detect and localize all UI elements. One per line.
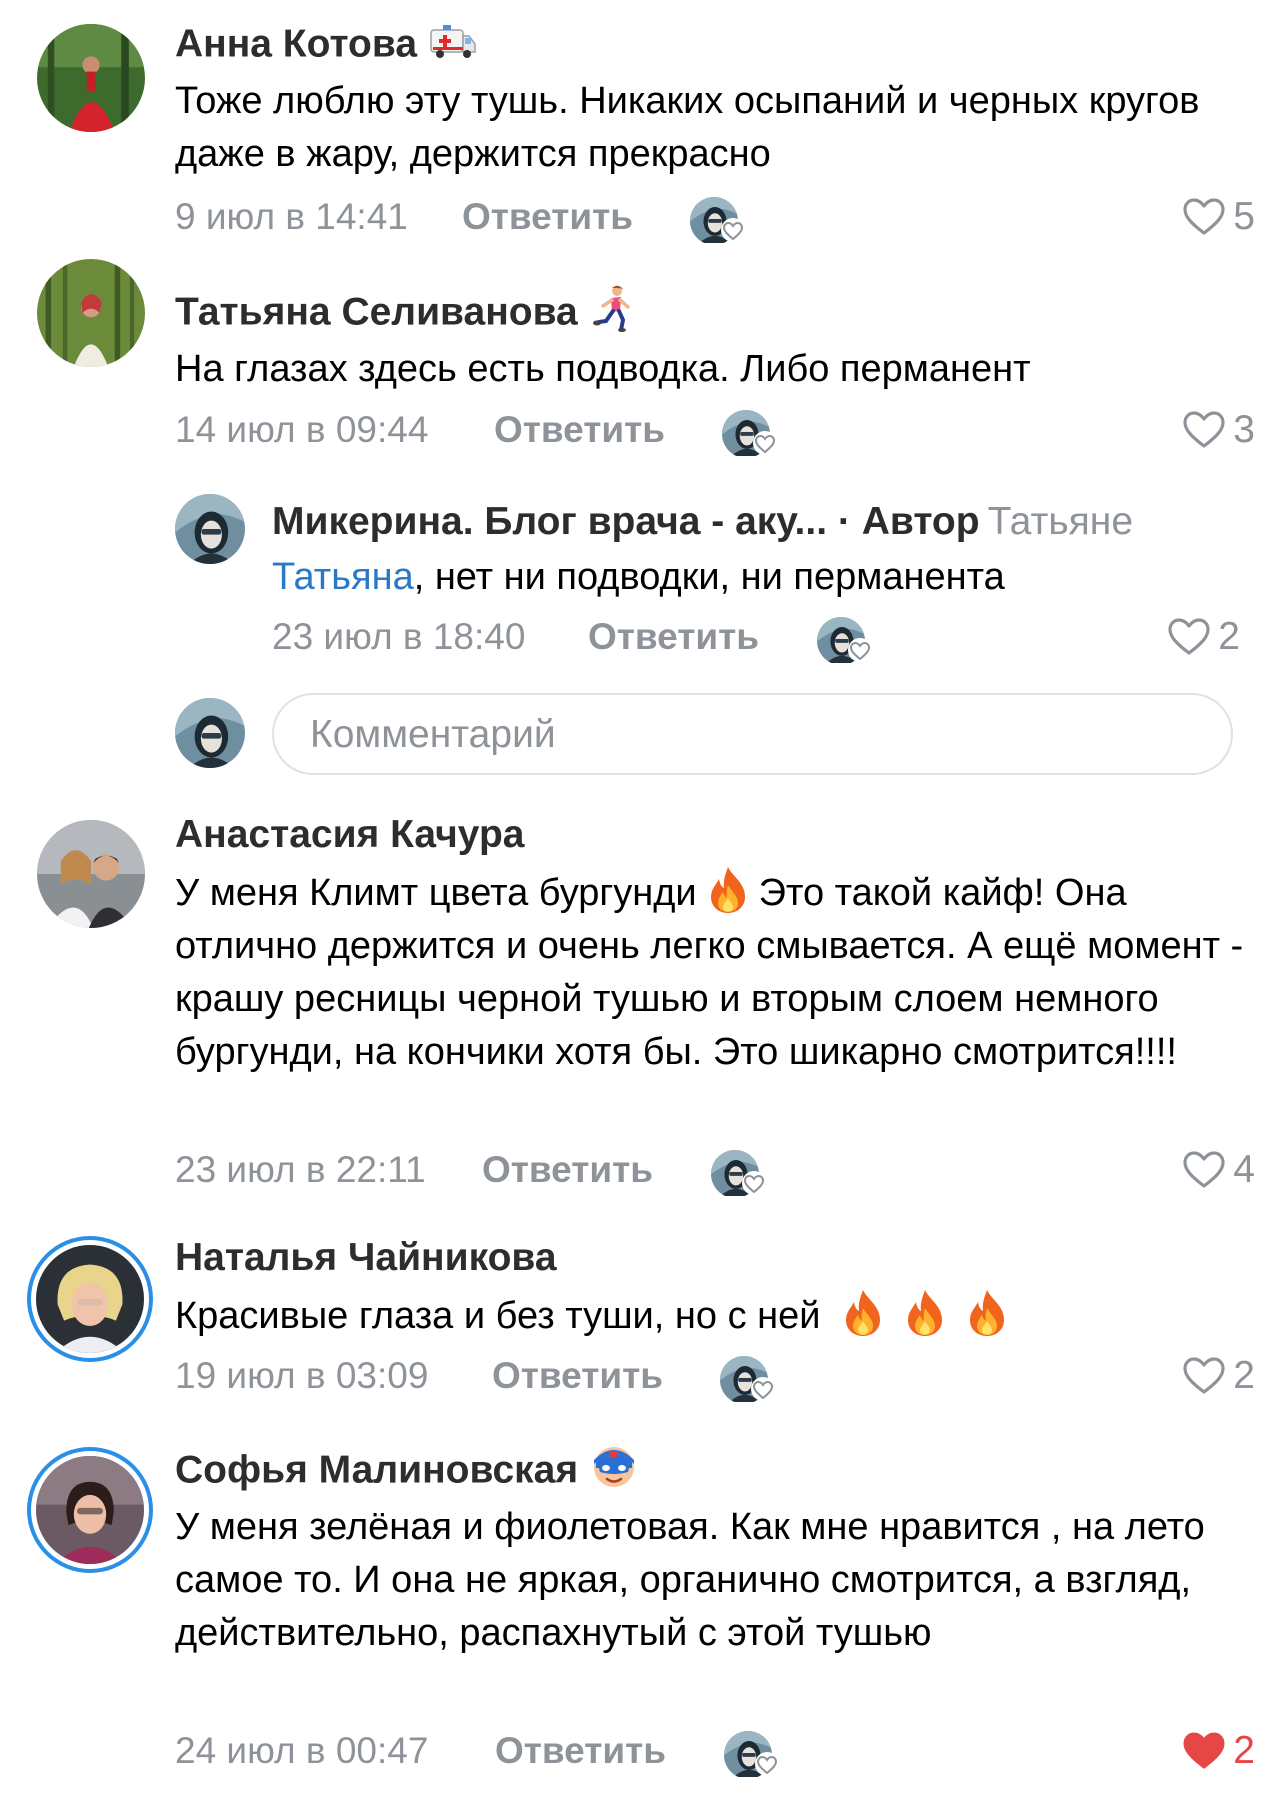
fire-emoji [964,1288,1010,1338]
reply-author[interactable]: Микерина. Блог врача - аку... · Автор Тат… [272,502,1133,541]
heart-outline-icon [1183,198,1225,236]
heart-filled-icon [1183,1732,1225,1770]
heart-outline-icon [1183,411,1225,449]
comment-input-box[interactable] [272,693,1233,775]
author-liked-avatar-icon [711,1146,767,1198]
runner-emoji [590,284,638,332]
comment-date: 9 июл в 14:41 [175,196,408,237]
fire-emoji [902,1288,948,1338]
like-button[interactable]: 2 [1183,1346,1255,1406]
like-button[interactable]: 4 [1183,1140,1255,1200]
author-liked-avatar-icon [720,1352,776,1404]
ambulance-emoji [429,16,477,64]
comment-date: 14 июл в 09:44 [175,409,429,450]
heart-outline-icon [1168,618,1210,656]
comment-text: На глазах здесь есть подводка. Либо перм… [175,348,1031,390]
reply-meta: 23 июл в 18:40 Ответить 2 [272,607,1240,667]
reply-button[interactable]: Ответить [462,187,633,247]
reply-button[interactable]: Ответить [588,607,759,667]
comment-author[interactable]: Наталья Чайникова [175,1238,557,1277]
comment-author[interactable]: Анастасия Качура [175,815,524,854]
like-button[interactable]: 5 [1183,187,1255,247]
avatar[interactable] [36,1245,144,1353]
comment-meta: 23 июл в 22:11 Ответить 4 [175,1140,1255,1200]
heart-outline-icon [1183,1151,1225,1189]
comment-text: У меня Климт цвета бургунди Это такой кай… [175,865,1255,1079]
like-count: 2 [1233,1354,1255,1397]
comment-meta: 19 июл в 03:09 Ответить 2 [175,1346,1255,1406]
avatar[interactable] [37,820,145,928]
avatar[interactable] [37,259,145,367]
reply-button[interactable]: Ответить [492,1346,663,1406]
like-count: 3 [1233,408,1255,451]
like-count: 4 [1233,1148,1255,1191]
superhero-emoji [590,1442,638,1490]
author-liked-avatar-icon [817,613,873,665]
reply-text: Татьяна, нет ни подводки, ни перманента [272,556,1005,598]
mention-link[interactable]: Татьяна [272,556,414,598]
avatar[interactable] [36,1456,144,1564]
current-user-avatar [175,698,245,768]
reply-button[interactable]: Ответить [495,1721,666,1781]
reply-date: 23 июл в 18:40 [272,616,526,657]
comment-text: У меня зелёная и фиолетовая. Как мне нра… [175,1506,1205,1654]
comment-date: 23 июл в 22:11 [175,1149,426,1190]
reply-to: Татьяне [987,500,1134,543]
author-liked-avatar-icon [690,193,746,245]
comment-author[interactable]: Софья Малиновская [175,1447,638,1496]
like-button[interactable]: 2 [1183,1721,1255,1781]
comment-date: 19 июл в 03:09 [175,1355,429,1396]
comment-meta: 14 июл в 09:44 Ответить 3 [175,400,1255,460]
fire-emoji [840,1288,886,1338]
like-count: 2 [1218,615,1240,658]
comment-author[interactable]: Анна Котова [175,22,477,70]
comment-text: Красивые глаза и без туши, но с ней [175,1288,1255,1343]
reply-button[interactable]: Ответить [494,400,665,460]
comment-author[interactable]: Татьяна Селиванова [175,285,638,338]
author-liked-avatar-icon [724,1727,780,1779]
comment-meta: 24 июл в 00:47 Ответить 2 [175,1721,1255,1781]
author-liked-avatar-icon [722,406,778,458]
comment-input[interactable] [308,695,1212,775]
avatar[interactable] [37,24,145,132]
heart-outline-icon [1183,1357,1225,1395]
reply-button[interactable]: Ответить [482,1140,653,1200]
author-avatar[interactable] [175,494,245,564]
comment-date: 24 июл в 00:47 [175,1730,429,1771]
comment-text: Тоже люблю эту тушь. Никаких осыпаний и … [175,80,1200,175]
like-count: 2 [1233,1729,1255,1772]
like-count: 5 [1233,195,1255,238]
comment-meta: 9 июл в 14:41 Ответить 5 [175,187,1255,247]
like-button[interactable]: 2 [1168,607,1240,667]
fire-emoji [705,865,751,915]
like-button[interactable]: 3 [1183,400,1255,460]
